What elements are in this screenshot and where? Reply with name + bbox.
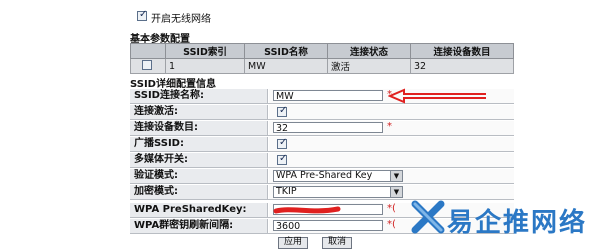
psk-required: *( <box>387 203 396 214</box>
encrypt-mode-value: TKIP <box>276 186 297 197</box>
cell-name: MW <box>244 58 328 74</box>
rekey-interval-label: WPA群密钥刷新间隔: <box>130 219 268 233</box>
enable-connection-checkbox[interactable] <box>277 105 287 117</box>
table-header-row: SSID索引 SSID名称 连接状态 连接设备数目 <box>130 43 514 59</box>
auth-mode-value: WPA Pre-Shared Key <box>276 170 373 181</box>
enable-wireless-label: 开启无线网络 <box>151 14 211 25</box>
device-count-required: * <box>387 121 392 132</box>
cell-index: 1 <box>165 58 245 74</box>
row-select-checkbox[interactable] <box>142 60 152 70</box>
ssid-basic-table: SSID索引 SSID名称 连接状态 连接设备数目 1 MW 激活 32 <box>130 43 514 74</box>
table-header-index: SSID索引 <box>165 43 245 59</box>
multimedia-checkbox[interactable] <box>277 153 287 165</box>
device-count-input[interactable]: 32 <box>273 122 383 134</box>
psk-label: WPA PreSharedKey: <box>130 203 268 217</box>
chevron-down-icon[interactable]: ▼ <box>390 187 402 197</box>
broadcast-ssid-label: 广播SSID: <box>130 137 268 151</box>
enable-connection-label: 连接激活: <box>130 105 268 119</box>
table-header-devices: 连接设备数目 <box>410 43 514 59</box>
cell-devices: 32 <box>410 58 514 74</box>
detail-section-title: SSID详细配置信息 <box>130 79 216 90</box>
chevron-down-icon[interactable]: ▼ <box>390 171 402 181</box>
auth-mode-label: 验证模式: <box>130 169 268 183</box>
ssid-name-input[interactable]: MW <box>273 90 383 102</box>
auth-mode-select[interactable]: WPA Pre-Shared Key ▼ <box>273 170 403 182</box>
cancel-button[interactable]: 取消 <box>322 237 352 249</box>
device-count-row: 连接设备数目: 32 * <box>130 121 514 136</box>
auth-mode-row: 验证模式: WPA Pre-Shared Key ▼ <box>130 169 514 184</box>
redaction-scribble <box>273 206 341 214</box>
cell-status: 激活 <box>327 58 411 74</box>
ssid-name-label: SSID连接名称: <box>130 89 268 103</box>
multimedia-row: 多媒体开关: <box>130 153 514 168</box>
multimedia-label: 多媒体开关: <box>130 153 268 167</box>
annotation-arrow <box>388 88 486 104</box>
device-count-label: 连接设备数目: <box>130 121 268 135</box>
table-header-status: 连接状态 <box>327 43 411 59</box>
enable-wireless-checkbox[interactable] <box>137 9 147 21</box>
watermark: 易企推网络 <box>405 196 595 238</box>
watermark-text: 易企推网络 <box>447 208 588 238</box>
encrypt-mode-label: 加密模式: <box>130 185 268 199</box>
rekey-interval-required: *( <box>387 219 396 230</box>
table-header-select <box>130 43 166 59</box>
logo-icon <box>411 200 445 234</box>
encrypt-mode-select[interactable]: TKIP ▼ <box>273 186 403 198</box>
broadcast-ssid-row: 广播SSID: <box>130 137 514 152</box>
table-row[interactable]: 1 MW 激活 32 <box>130 58 514 74</box>
rekey-interval-input[interactable]: 3600 <box>273 220 383 232</box>
enable-connection-row: 连接激活: <box>130 105 514 120</box>
broadcast-ssid-checkbox[interactable] <box>277 137 287 149</box>
apply-button[interactable]: 应用 <box>278 237 308 249</box>
table-header-name: SSID名称 <box>244 43 328 59</box>
